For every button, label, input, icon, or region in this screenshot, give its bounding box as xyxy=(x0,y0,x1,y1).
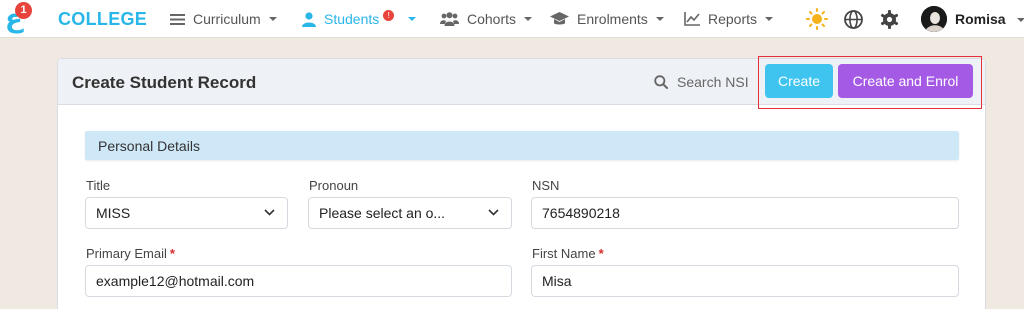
primary-email-value: example12@hotmail.com xyxy=(96,273,255,289)
primary-email-field[interactable]: example12@hotmail.com xyxy=(85,265,512,297)
create-button[interactable]: Create xyxy=(765,64,833,98)
create-and-enrol-button[interactable]: Create and Enrol xyxy=(838,64,973,98)
chevron-down-icon xyxy=(264,209,275,216)
gear-icon xyxy=(880,9,898,29)
menu-lines-icon xyxy=(170,13,185,25)
person-icon xyxy=(302,11,316,27)
chevron-down-icon xyxy=(268,17,277,21)
students-alert-badge: ! xyxy=(383,9,395,21)
search-nsi-label: Search NSI xyxy=(677,74,749,90)
nav-item-students[interactable]: Students ! xyxy=(302,0,395,38)
required-marker: * xyxy=(169,246,175,261)
globe-icon xyxy=(843,9,863,29)
nav-label: Reports xyxy=(708,11,758,27)
search-nsi-button[interactable]: Search NSI xyxy=(648,67,764,97)
people-group-icon xyxy=(440,12,459,26)
theme-toggle-button[interactable] xyxy=(806,8,828,30)
chevron-down-icon[interactable] xyxy=(1017,18,1024,22)
title-label: Title xyxy=(86,178,111,193)
notification-badge: 1 xyxy=(15,2,32,19)
line-chart-icon xyxy=(684,12,700,26)
pronoun-value: Please select an o... xyxy=(319,205,446,221)
primary-email-label-text: Primary Email xyxy=(86,246,167,261)
first-name-field[interactable]: Misa xyxy=(531,265,959,297)
settings-button[interactable] xyxy=(878,8,900,30)
nav-label: Enrolments xyxy=(577,11,648,27)
top-navbar: ع 1 COLLEGE Curriculum Students ! Cohort… xyxy=(0,0,1024,38)
chevron-down-icon xyxy=(488,209,499,216)
sun-icon xyxy=(806,8,828,30)
nav-label: Cohorts xyxy=(467,11,517,27)
nav-label: Students xyxy=(324,11,380,27)
primary-email-label: Primary Email * xyxy=(86,246,175,261)
app-logo[interactable]: ع 1 xyxy=(5,2,33,34)
nav-item-curriculum[interactable]: Curriculum xyxy=(170,0,277,38)
avatar-image xyxy=(921,6,947,32)
graduation-cap-icon xyxy=(550,12,569,25)
nav-label: Curriculum xyxy=(193,11,261,27)
nav-item-enrolments[interactable]: Enrolments xyxy=(550,0,664,38)
title-select[interactable]: MISS xyxy=(85,197,288,229)
required-marker: * xyxy=(598,246,604,261)
pronoun-label: Pronoun xyxy=(309,178,359,193)
user-name[interactable]: Romisa xyxy=(955,11,1006,27)
nav-item-cohorts[interactable]: Cohorts xyxy=(440,0,533,38)
brand-name[interactable]: COLLEGE xyxy=(58,9,147,30)
chevron-down-icon xyxy=(524,17,533,21)
nsn-field[interactable]: 7654890218 xyxy=(531,197,959,229)
first-name-label: First Name * xyxy=(532,246,604,261)
first-name-label-text: First Name xyxy=(532,246,596,261)
language-button[interactable] xyxy=(842,8,864,30)
chevron-down-icon xyxy=(765,17,774,21)
personal-details-section-header: Personal Details xyxy=(85,131,959,160)
page-title: Create Student Record xyxy=(72,73,257,92)
nav-item-reports[interactable]: Reports xyxy=(684,0,774,38)
first-name-value: Misa xyxy=(542,273,572,289)
search-icon xyxy=(654,75,668,89)
section-title: Personal Details xyxy=(98,138,200,154)
nsn-value: 7654890218 xyxy=(542,205,620,221)
chevron-down-icon xyxy=(655,17,664,21)
nsn-label: NSN xyxy=(532,178,560,193)
chevron-down-icon[interactable] xyxy=(408,17,416,21)
user-avatar[interactable] xyxy=(921,6,947,32)
pronoun-select[interactable]: Please select an o... xyxy=(308,197,512,229)
title-value: MISS xyxy=(96,205,131,221)
